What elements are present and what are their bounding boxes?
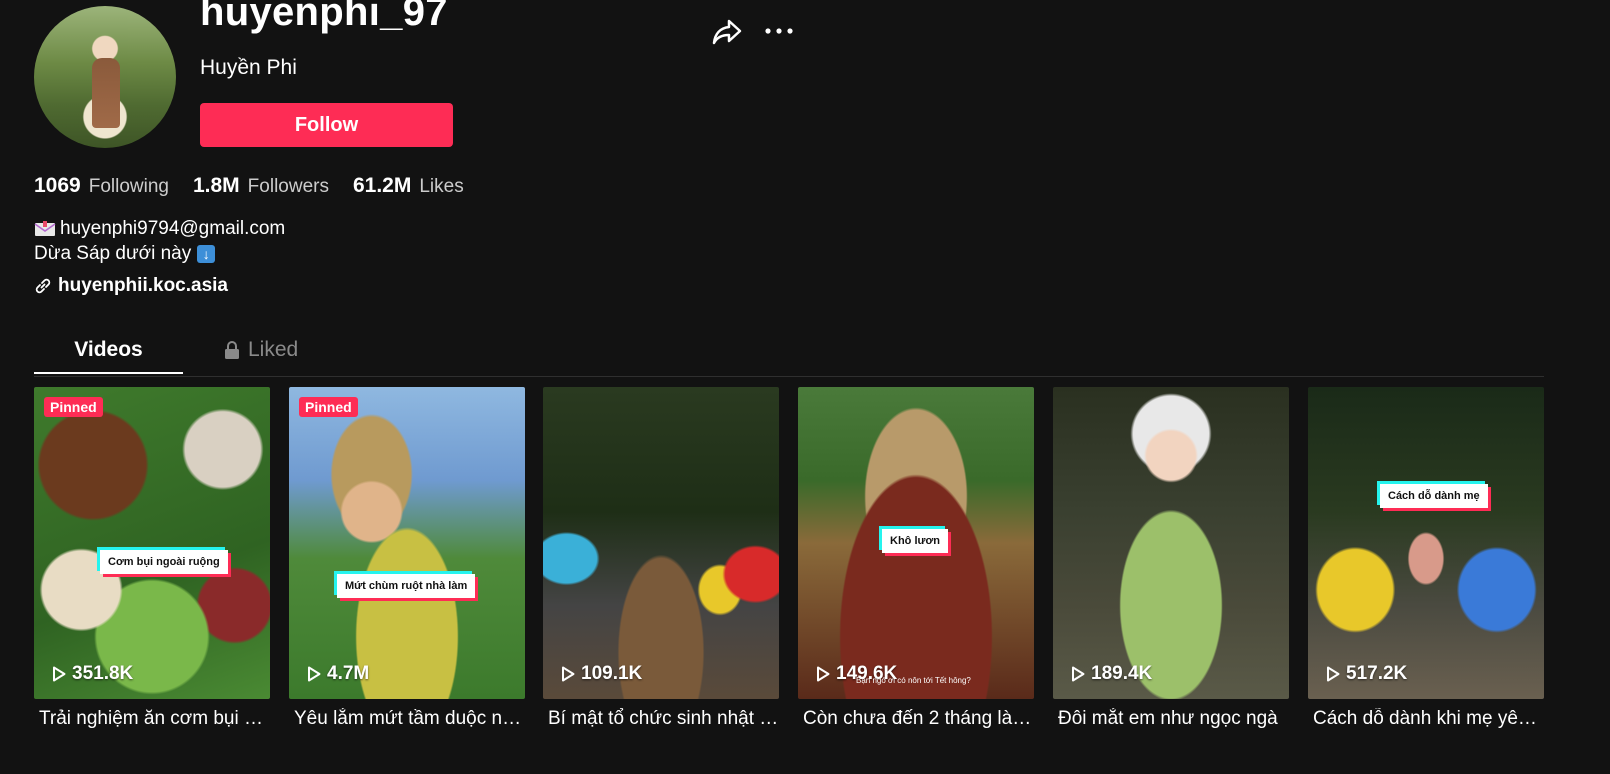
video-view-count: 4.7M (327, 663, 370, 684)
play-icon (1072, 666, 1085, 682)
video-card[interactable]: Cách dỗ dành mẹ 517.2K (1308, 387, 1544, 699)
profile-bio: huyenphi9794@gmail.com Dừa Sáp dưới này … (34, 216, 285, 266)
play-icon (1327, 666, 1340, 682)
profile-link[interactable]: huyenphii.koc.asia (34, 275, 228, 297)
stat-following-label: Following (88, 176, 169, 197)
profile-link-text: huyenphii.koc.asia (58, 275, 228, 296)
video-thumbnail (1053, 387, 1289, 699)
video-overlay-text: Mứt chùm ruột nhà làm (337, 574, 476, 598)
stat-followers[interactable]: 1.8M Followers (193, 174, 329, 198)
stat-following-value: 1069 (34, 174, 81, 197)
video-subtitle: Bạn ngó ơi có nôn tới Tết hông? (856, 676, 971, 685)
video-views: 517.2K (1326, 663, 1407, 685)
video-caption[interactable]: Bí mật tổ chức sinh nhật cho ba (543, 708, 779, 730)
follow-button[interactable]: Follow (200, 103, 453, 147)
video-overlay-text: Cách dỗ dành mẹ (1380, 484, 1488, 508)
video-views: 4.7M (307, 663, 369, 685)
stat-likes-label: Likes (419, 176, 464, 197)
play-icon (308, 666, 321, 682)
tab-videos[interactable]: Videos (34, 338, 183, 374)
lock-icon (225, 341, 239, 359)
stat-following[interactable]: 1069 Following (34, 174, 169, 198)
video-overlay-text: Khô lươn (882, 529, 948, 553)
bio-line: Dừa Sáp dưới này (34, 243, 192, 264)
profile-avatar[interactable] (34, 6, 176, 148)
down-arrow-icon: ↓ (197, 244, 216, 263)
video-thumbnail (289, 387, 525, 699)
profile-username: huyenphi_97 (200, 0, 448, 34)
stat-followers-label: Followers (247, 176, 329, 197)
pinned-badge: Pinned (299, 397, 358, 417)
video-overlay-text: Cơm bụi ngoài ruộng (100, 550, 228, 574)
video-thumbnail (543, 387, 779, 699)
video-caption[interactable]: Yêu lắm mứt tầm duộc nhà làm (289, 708, 525, 730)
stat-likes-value: 61.2M (352, 174, 412, 197)
stat-followers-value: 1.8M (192, 174, 240, 197)
share-icon[interactable] (712, 18, 742, 46)
video-view-count: 189.4K (1091, 663, 1153, 684)
video-view-count: 109.1K (581, 663, 643, 684)
video-views: 351.8K (52, 663, 133, 685)
stat-likes: 61.2M Likes (353, 174, 464, 198)
video-card[interactable]: Pinned Mứt chùm ruột nhà làm 4.7M (289, 387, 525, 699)
video-caption[interactable]: Đôi mắt em như ngọc ngà (1053, 708, 1289, 730)
play-icon (562, 666, 575, 682)
video-card[interactable]: 189.4K (1053, 387, 1289, 699)
tab-liked-label: Liked (248, 338, 299, 361)
video-card[interactable]: 109.1K (543, 387, 779, 699)
video-card[interactable]: Pinned Cơm bụi ngoài ruộng 351.8K (34, 387, 270, 699)
video-thumbnail (34, 387, 270, 699)
profile-stats: 1069 Following 1.8M Followers 61.2M Likes (34, 174, 464, 198)
video-card[interactable]: Khô lươn 149.6K Bạn ngó ơi có nôn tới Tế… (798, 387, 1034, 699)
video-view-count: 517.2K (1346, 663, 1408, 684)
pinned-badge: Pinned (44, 397, 103, 417)
tab-liked[interactable]: Liked (224, 338, 298, 362)
play-icon (53, 666, 66, 682)
video-caption[interactable]: Còn chưa đến 2 tháng là Tết rồi (798, 708, 1034, 730)
video-thumbnail (1308, 387, 1544, 699)
play-icon (817, 666, 830, 682)
video-view-count: 351.8K (72, 663, 134, 684)
profile-display-name: Huyền Phi (200, 56, 297, 79)
video-caption[interactable]: Trải nghiệm ăn cơm bụi ngoài ruộng (34, 708, 270, 730)
video-views: 189.4K (1071, 663, 1152, 685)
video-views: 109.1K (561, 663, 642, 685)
more-options-icon[interactable] (764, 26, 794, 36)
bio-email: huyenphi9794@gmail.com (60, 218, 286, 239)
link-icon (35, 278, 51, 294)
video-caption[interactable]: Cách dỗ dành khi mẹ yêu giận (1308, 708, 1544, 730)
avatar-figure (92, 58, 120, 128)
profile-tabs: Videos Liked (34, 330, 1544, 377)
envelope-icon (34, 220, 56, 236)
